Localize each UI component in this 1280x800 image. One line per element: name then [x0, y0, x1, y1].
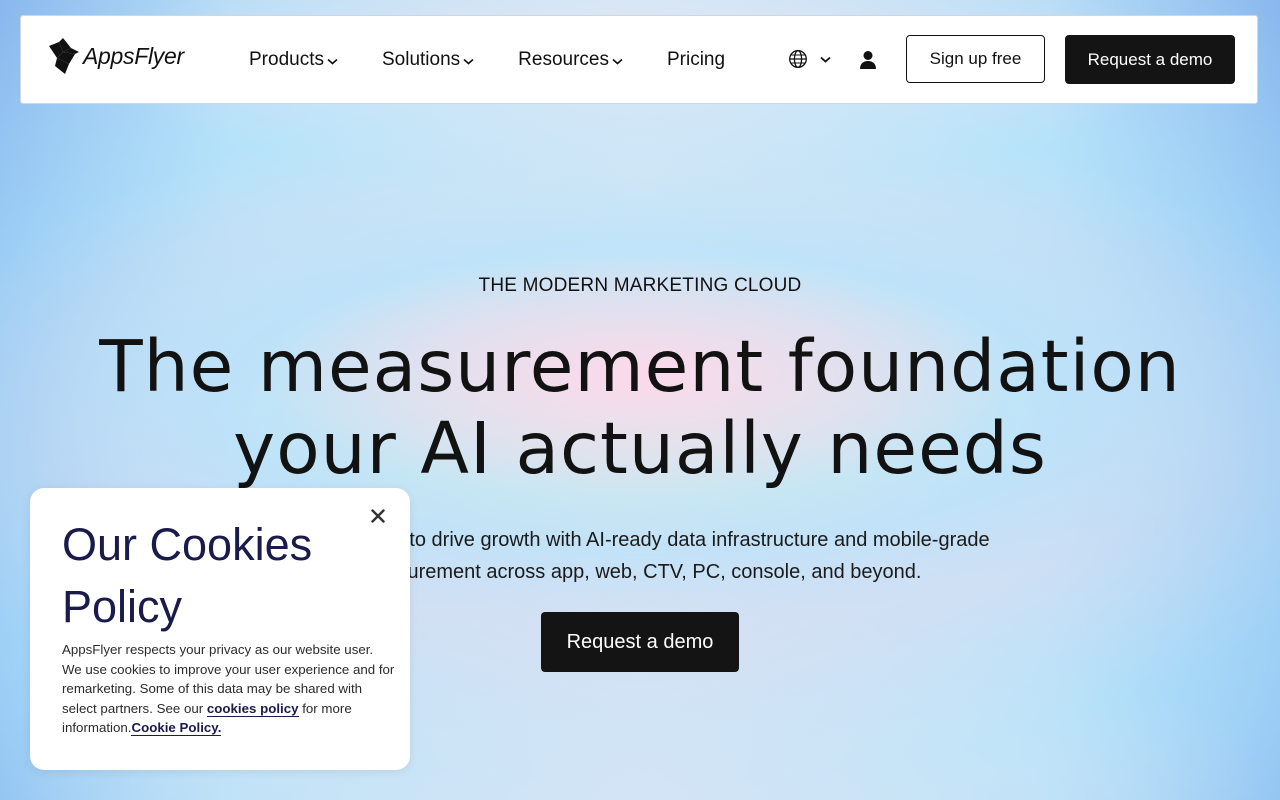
headline-line-1: The measurement foundation [99, 325, 1181, 408]
site-header: AppsFlyer Products Solutions Resources P… [20, 15, 1258, 104]
chevron-down-icon [463, 58, 474, 65]
logo-text: AppsFlyer [83, 42, 184, 69]
main-nav: Products Solutions Resources Pricing [249, 16, 725, 103]
language-selector[interactable] [788, 49, 831, 69]
subtext-line-2: measurement across app, web, CTV, PC, co… [358, 561, 922, 583]
cookies-policy-link[interactable]: cookies policy [206, 700, 299, 717]
headline-line-2: your AI actually needs [233, 407, 1047, 490]
cookie-close-button[interactable] [368, 506, 388, 526]
cookie-banner-title: Our Cookies Policy [62, 519, 313, 632]
hero-headline: The measurement foundation your AI actua… [0, 326, 1280, 490]
chevron-down-icon [612, 58, 623, 65]
signup-button[interactable]: Sign up free [906, 35, 1045, 83]
chevron-down-icon [820, 56, 831, 63]
nav-item-solutions[interactable]: Solutions [382, 49, 474, 71]
nav-item-label: Resources [518, 48, 609, 70]
nav-item-label: Products [249, 48, 324, 70]
cookie-policy-link[interactable]: Cookie Policy. [131, 720, 222, 737]
appsflyer-logo-icon [49, 38, 79, 74]
hero-request-demo-button[interactable]: Request a demo [541, 612, 739, 672]
account-button[interactable] [859, 50, 877, 75]
close-icon [371, 509, 385, 523]
globe-icon [789, 50, 807, 68]
cookie-banner-text: AppsFlyer respects your privacy as our w… [62, 640, 396, 738]
nav-item-label: Solutions [381, 48, 461, 70]
chevron-down-icon [327, 58, 338, 65]
nav-item-label: Pricing [666, 48, 726, 70]
appsflyer-logo[interactable]: AppsFlyer [45, 34, 184, 78]
request-demo-button[interactable]: Request a demo [1065, 35, 1235, 84]
user-icon [860, 51, 876, 69]
hero-eyebrow: THE MODERN MARKETING CLOUD [478, 275, 802, 296]
nav-item-products[interactable]: Products [249, 49, 338, 71]
nav-item-resources[interactable]: Resources [518, 49, 623, 71]
nav-item-pricing[interactable]: Pricing [667, 49, 725, 71]
cookie-banner: Our Cookies Policy AppsFlyer respects yo… [30, 488, 410, 770]
